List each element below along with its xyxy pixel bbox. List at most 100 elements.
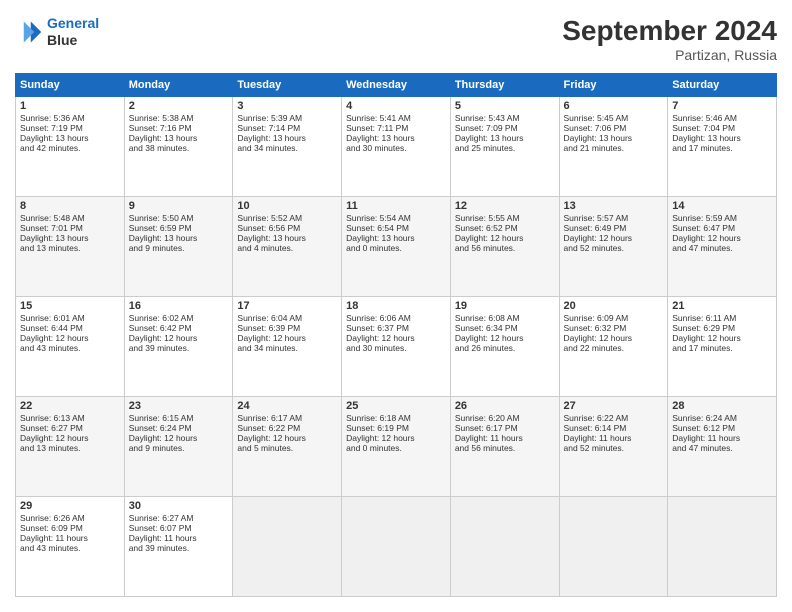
logo-icon xyxy=(15,18,43,46)
calendar-cell: 29Sunrise: 6:26 AMSunset: 6:09 PMDayligh… xyxy=(16,497,125,597)
cell-line: and 52 minutes. xyxy=(564,443,664,453)
cell-line: and 30 minutes. xyxy=(346,143,446,153)
cell-line: and 0 minutes. xyxy=(346,443,446,453)
calendar-cell: 11Sunrise: 5:54 AMSunset: 6:54 PMDayligh… xyxy=(342,197,451,297)
cell-line: Daylight: 13 hours xyxy=(346,233,446,243)
cell-line: Daylight: 11 hours xyxy=(455,433,555,443)
day-number: 19 xyxy=(455,300,555,312)
cell-line: and 9 minutes. xyxy=(129,443,229,453)
calendar-cell xyxy=(233,497,342,597)
header-saturday: Saturday xyxy=(668,74,777,97)
cell-line: Sunrise: 6:13 AM xyxy=(20,413,120,423)
cell-line: Sunrise: 5:39 AM xyxy=(237,113,337,123)
cell-line: Daylight: 12 hours xyxy=(455,233,555,243)
logo: General Blue xyxy=(15,15,99,49)
cell-line: Sunrise: 5:52 AM xyxy=(237,213,337,223)
cell-line: and 43 minutes. xyxy=(20,343,120,353)
cell-line: Sunset: 6:49 PM xyxy=(564,223,664,233)
cell-line: Sunset: 6:19 PM xyxy=(346,423,446,433)
day-number: 18 xyxy=(346,300,446,312)
day-number: 7 xyxy=(672,100,772,112)
header-monday: Monday xyxy=(124,74,233,97)
cell-line: Daylight: 13 hours xyxy=(672,133,772,143)
calendar-cell: 12Sunrise: 5:55 AMSunset: 6:52 PMDayligh… xyxy=(450,197,559,297)
day-number: 1 xyxy=(20,100,120,112)
day-number: 9 xyxy=(129,200,229,212)
cell-line: and 38 minutes. xyxy=(129,143,229,153)
cell-line: Sunset: 7:09 PM xyxy=(455,123,555,133)
header-row: SundayMondayTuesdayWednesdayThursdayFrid… xyxy=(16,74,777,97)
calendar-cell: 17Sunrise: 6:04 AMSunset: 6:39 PMDayligh… xyxy=(233,297,342,397)
calendar-cell: 30Sunrise: 6:27 AMSunset: 6:07 PMDayligh… xyxy=(124,497,233,597)
cell-line: Daylight: 12 hours xyxy=(129,433,229,443)
cell-line: Sunrise: 5:54 AM xyxy=(346,213,446,223)
day-number: 3 xyxy=(237,100,337,112)
cell-line: Sunrise: 5:45 AM xyxy=(564,113,664,123)
cell-line: and 17 minutes. xyxy=(672,343,772,353)
cell-line: Sunset: 6:14 PM xyxy=(564,423,664,433)
header-friday: Friday xyxy=(559,74,668,97)
cell-line: Sunset: 6:42 PM xyxy=(129,323,229,333)
cell-line: Sunrise: 6:22 AM xyxy=(564,413,664,423)
cell-line: Sunrise: 6:27 AM xyxy=(129,513,229,523)
calendar-cell: 1Sunrise: 5:36 AMSunset: 7:19 PMDaylight… xyxy=(16,97,125,197)
logo-text: General Blue xyxy=(47,15,99,49)
cell-line: Daylight: 13 hours xyxy=(237,233,337,243)
calendar-cell: 25Sunrise: 6:18 AMSunset: 6:19 PMDayligh… xyxy=(342,397,451,497)
calendar-cell: 27Sunrise: 6:22 AMSunset: 6:14 PMDayligh… xyxy=(559,397,668,497)
cell-line: Sunset: 6:17 PM xyxy=(455,423,555,433)
calendar-cell: 24Sunrise: 6:17 AMSunset: 6:22 PMDayligh… xyxy=(233,397,342,497)
week-row-0: 1Sunrise: 5:36 AMSunset: 7:19 PMDaylight… xyxy=(16,97,777,197)
cell-line: Daylight: 12 hours xyxy=(672,233,772,243)
cell-line: Sunset: 6:47 PM xyxy=(672,223,772,233)
calendar-cell: 19Sunrise: 6:08 AMSunset: 6:34 PMDayligh… xyxy=(450,297,559,397)
cell-line: Daylight: 13 hours xyxy=(564,133,664,143)
calendar-cell: 2Sunrise: 5:38 AMSunset: 7:16 PMDaylight… xyxy=(124,97,233,197)
cell-line: and 5 minutes. xyxy=(237,443,337,453)
cell-line: Sunrise: 5:50 AM xyxy=(129,213,229,223)
day-number: 24 xyxy=(237,400,337,412)
day-number: 14 xyxy=(672,200,772,212)
cell-line: Sunrise: 5:59 AM xyxy=(672,213,772,223)
cell-line: Sunset: 6:12 PM xyxy=(672,423,772,433)
calendar-cell: 28Sunrise: 6:24 AMSunset: 6:12 PMDayligh… xyxy=(668,397,777,497)
day-number: 29 xyxy=(20,500,120,512)
day-number: 10 xyxy=(237,200,337,212)
week-row-3: 22Sunrise: 6:13 AMSunset: 6:27 PMDayligh… xyxy=(16,397,777,497)
calendar-cell xyxy=(450,497,559,597)
cell-line: Daylight: 12 hours xyxy=(129,333,229,343)
calendar-cell: 7Sunrise: 5:46 AMSunset: 7:04 PMDaylight… xyxy=(668,97,777,197)
cell-line: Daylight: 13 hours xyxy=(455,133,555,143)
page: General Blue September 2024 Partizan, Ru… xyxy=(0,0,792,612)
cell-line: Daylight: 13 hours xyxy=(237,133,337,143)
cell-line: and 0 minutes. xyxy=(346,243,446,253)
day-number: 27 xyxy=(564,400,664,412)
calendar-cell: 3Sunrise: 5:39 AMSunset: 7:14 PMDaylight… xyxy=(233,97,342,197)
header-wednesday: Wednesday xyxy=(342,74,451,97)
cell-line: Sunrise: 6:04 AM xyxy=(237,313,337,323)
day-number: 17 xyxy=(237,300,337,312)
cell-line: Sunset: 6:24 PM xyxy=(129,423,229,433)
cell-line: Sunrise: 6:26 AM xyxy=(20,513,120,523)
calendar-cell: 18Sunrise: 6:06 AMSunset: 6:37 PMDayligh… xyxy=(342,297,451,397)
cell-line: Sunrise: 6:24 AM xyxy=(672,413,772,423)
day-number: 20 xyxy=(564,300,664,312)
cell-line: Sunset: 6:39 PM xyxy=(237,323,337,333)
cell-line: and 30 minutes. xyxy=(346,343,446,353)
cell-line: Sunset: 7:06 PM xyxy=(564,123,664,133)
cell-line: Sunset: 6:22 PM xyxy=(237,423,337,433)
cell-line: Sunrise: 6:06 AM xyxy=(346,313,446,323)
day-number: 22 xyxy=(20,400,120,412)
cell-line: and 26 minutes. xyxy=(455,343,555,353)
cell-line: Sunset: 6:54 PM xyxy=(346,223,446,233)
week-row-1: 8Sunrise: 5:48 AMSunset: 7:01 PMDaylight… xyxy=(16,197,777,297)
calendar-cell: 8Sunrise: 5:48 AMSunset: 7:01 PMDaylight… xyxy=(16,197,125,297)
calendar-cell xyxy=(668,497,777,597)
cell-line: Sunrise: 6:11 AM xyxy=(672,313,772,323)
day-number: 13 xyxy=(564,200,664,212)
day-number: 30 xyxy=(129,500,229,512)
calendar-cell xyxy=(559,497,668,597)
cell-line: Sunrise: 5:55 AM xyxy=(455,213,555,223)
cell-line: and 47 minutes. xyxy=(672,443,772,453)
cell-line: Sunrise: 6:20 AM xyxy=(455,413,555,423)
